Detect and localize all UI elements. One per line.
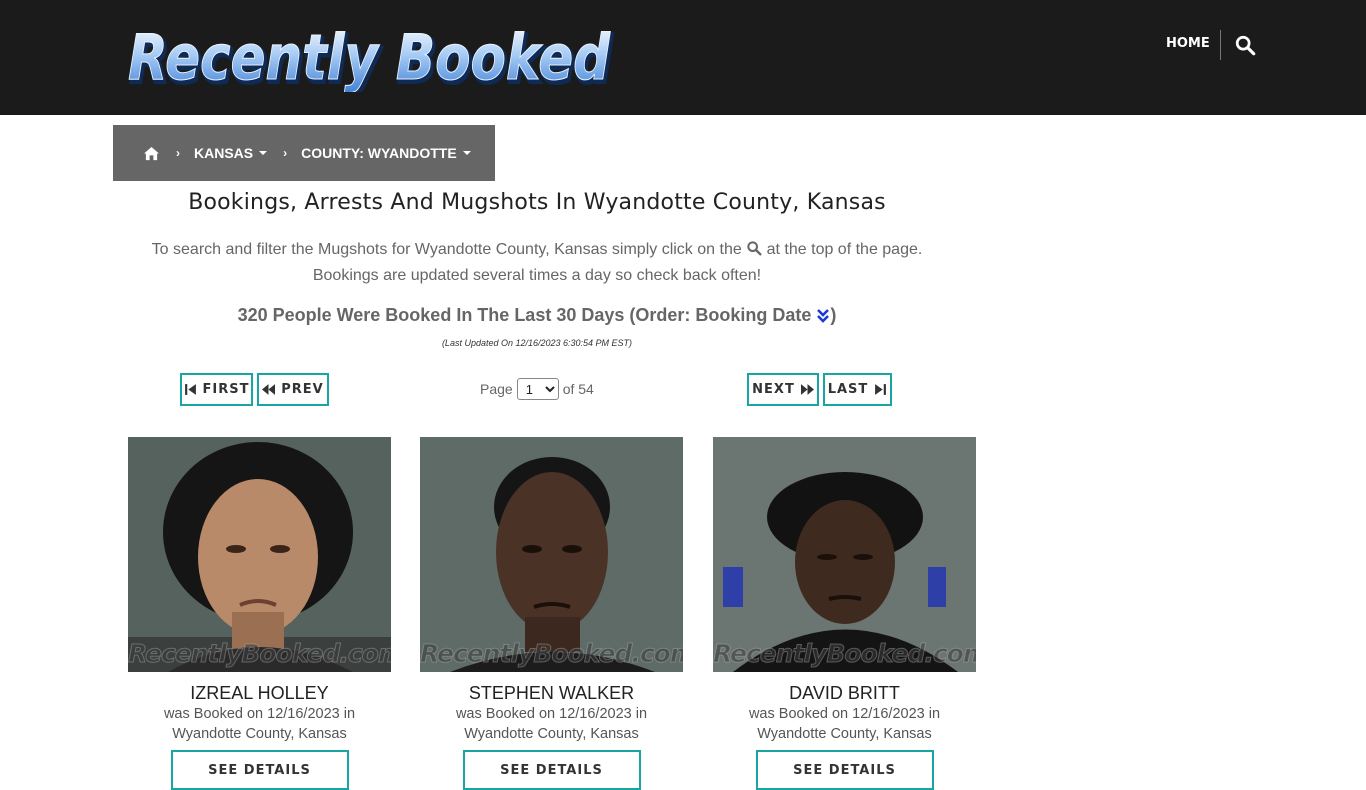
nav-divider [1220, 30, 1221, 60]
intro-line2: Bookings are updated several times a day… [312, 267, 762, 284]
page-selector: Page 1 of 54 [480, 378, 594, 400]
site-logo[interactable]: Recently Booked Recently Booked [126, 16, 616, 93]
page-total: of 54 [562, 381, 594, 397]
booking-count-close: ) [830, 305, 837, 325]
person-name[interactable]: STEPHEN WALKER [420, 683, 683, 704]
caret-down-icon [259, 151, 268, 155]
home-icon[interactable] [143, 146, 160, 161]
watermark: RecentlyBooked.com [713, 639, 976, 669]
mugshot-image[interactable]: RecentlyBooked.com [128, 437, 391, 672]
backward-icon [262, 384, 276, 395]
nav-home-link[interactable]: HOME [1166, 36, 1210, 51]
see-details-button[interactable]: SEE DETAILS [755, 750, 934, 790]
next-page-button[interactable]: NEXT [747, 373, 819, 406]
intro-text: To search and filter the Mugshots for Wy… [113, 237, 961, 289]
caret-down-icon [462, 151, 471, 155]
booking-card[interactable]: RecentlyBooked.com DAVID BRITT was Booke… [713, 437, 976, 790]
booking-count-text: 320 People Were Booked In The Last 30 Da… [237, 305, 812, 325]
booking-location: Wyandotte County, Kansas [172, 726, 347, 742]
booking-date: was Booked on 12/16/2023 in [163, 706, 356, 722]
prev-label: PREV [281, 382, 324, 397]
page-label: Page [480, 381, 513, 397]
last-label: LAST [827, 382, 869, 397]
mugshot-image[interactable]: RecentlyBooked.com [713, 437, 976, 672]
last-page-button[interactable]: LAST [823, 373, 892, 406]
prev-page-button[interactable]: PREV [257, 373, 329, 406]
first-label: FIRST [202, 382, 250, 397]
breadcrumb-county-label: COUNTY: WYANDOTTE [301, 145, 457, 161]
breadcrumb-state-label: KANSAS [194, 145, 254, 161]
step-backward-icon [184, 384, 196, 395]
last-updated: (Last Updated On 12/16/2023 6:30:54 PM E… [441, 338, 633, 348]
intro-line1-start: To search and filter the Mugshots for Wy… [151, 241, 742, 258]
logo-text: Recently Booked [128, 21, 611, 92]
person-name[interactable]: DAVID BRITT [713, 683, 976, 704]
watermark: RecentlyBooked.com [420, 639, 683, 669]
breadcrumb-state-dropdown[interactable]: KANSAS [194, 145, 268, 161]
search-icon [747, 241, 762, 256]
see-details-button[interactable]: SEE DETAILS [170, 750, 349, 790]
booking-location: Wyandotte County, Kansas [757, 726, 932, 742]
chevron-right-icon: › [176, 146, 180, 160]
top-navbar: Recently Booked Recently Booked HOME [0, 0, 1366, 115]
booking-card[interactable]: RecentlyBooked.com STEPHEN WALKER was Bo… [420, 437, 683, 790]
first-page-button[interactable]: FIRST [180, 373, 253, 406]
see-details-button[interactable]: SEE DETAILS [462, 750, 641, 790]
page-title: Bookings, Arrests And Mugshots In Wyando… [188, 190, 886, 215]
booking-card[interactable]: RecentlyBooked.com IZREAL HOLLEY was Boo… [128, 437, 391, 790]
person-name[interactable]: IZREAL HOLLEY [128, 683, 391, 704]
forward-icon [800, 384, 814, 395]
watermark: RecentlyBooked.com [128, 639, 391, 669]
sort-order-icon[interactable] [816, 308, 830, 324]
search-icon[interactable] [1234, 34, 1256, 56]
mugshot-image[interactable]: RecentlyBooked.com [420, 437, 683, 672]
booking-count-heading: 320 People Were Booked In The Last 30 Da… [113, 305, 961, 326]
booking-date: was Booked on 12/16/2023 in [455, 706, 648, 722]
breadcrumb: › KANSAS › COUNTY: WYANDOTTE [113, 125, 495, 181]
chevron-right-icon: › [283, 146, 288, 160]
intro-line1-end: at the top of the page. [766, 241, 923, 258]
breadcrumb-county-dropdown[interactable]: COUNTY: WYANDOTTE [301, 145, 471, 161]
page-select[interactable]: 1 [516, 378, 559, 400]
booking-location: Wyandotte County, Kansas [464, 726, 639, 742]
next-label: NEXT [752, 382, 795, 397]
booking-date: was Booked on 12/16/2023 in [748, 706, 941, 722]
step-forward-icon [875, 384, 887, 395]
